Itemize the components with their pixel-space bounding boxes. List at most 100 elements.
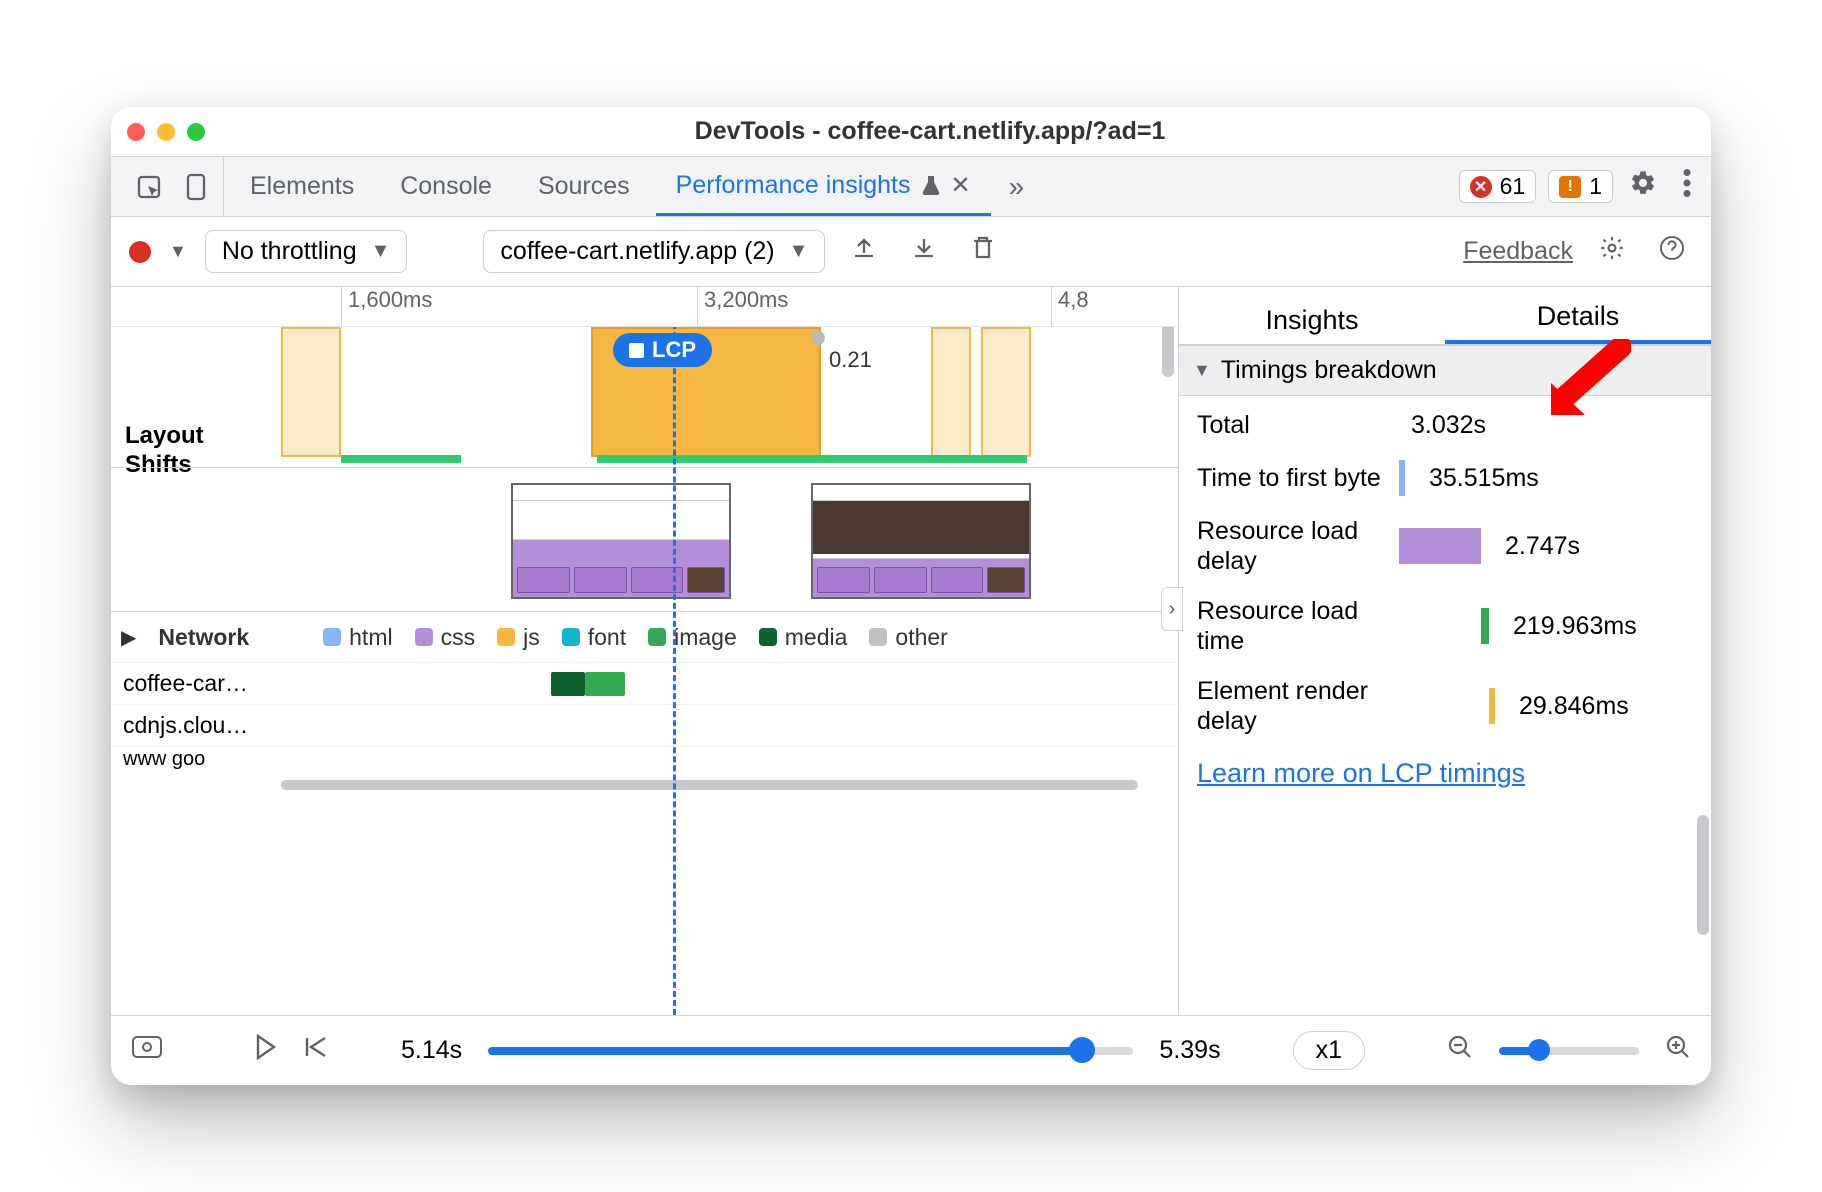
disclosure-triangle-icon: ▼ xyxy=(1193,360,1211,381)
play-button[interactable] xyxy=(255,1034,277,1067)
section-timings-breakdown[interactable]: ▼ Timings breakdown xyxy=(1179,345,1711,396)
more-options-button[interactable] xyxy=(1673,169,1701,204)
record-menu-caret[interactable]: ▼ xyxy=(169,241,187,262)
current-time: 5.14s xyxy=(401,1036,462,1065)
settings-button[interactable] xyxy=(1619,169,1667,204)
cls-value: 0.21 xyxy=(829,347,872,373)
zoom-in-button[interactable] xyxy=(1665,1034,1691,1067)
recording-select[interactable]: coffee-cart.netlify.app (2) ▼ xyxy=(483,230,825,273)
request-name: coffee-car… xyxy=(123,670,293,697)
panel-tabstrip: Elements Console Sources Performance ins… xyxy=(111,157,1711,217)
export-button[interactable] xyxy=(843,235,885,268)
tab-label: Console xyxy=(400,172,492,201)
vertical-scrollbar[interactable] xyxy=(1162,327,1174,377)
legend-media: media xyxy=(759,624,848,651)
error-icon: ✕ xyxy=(1470,176,1492,198)
details-panel: › Insights Details ▼ Timings breakdown T… xyxy=(1179,287,1711,1015)
close-window-button[interactable] xyxy=(127,123,145,141)
record-button[interactable] xyxy=(129,241,151,263)
tab-elements[interactable]: Elements xyxy=(230,157,374,216)
zoom-out-button[interactable] xyxy=(1447,1034,1473,1067)
rewind-button[interactable] xyxy=(303,1035,329,1066)
tab-performance-insights[interactable]: Performance insights ✕ xyxy=(656,157,991,216)
feedback-link[interactable]: Feedback xyxy=(1463,237,1573,266)
horizontal-scrollbar[interactable] xyxy=(111,778,1178,792)
tab-insights[interactable]: Insights xyxy=(1179,305,1445,344)
legend-image: image xyxy=(648,624,737,651)
network-row[interactable]: www goo xyxy=(111,746,1178,772)
network-row[interactable]: coffee-car… xyxy=(111,662,1178,704)
annotation-arrow-icon xyxy=(1541,339,1631,419)
timing-bar xyxy=(597,455,1027,463)
warning-icon: ! xyxy=(1559,176,1581,198)
window-title: DevTools - coffee-cart.netlify.app/?ad=1 xyxy=(225,117,1635,146)
import-button[interactable] xyxy=(903,235,945,268)
screenshot-thumbnail[interactable] xyxy=(811,483,1031,599)
timings-list: Total 3.032s Time to first byte 35.515ms… xyxy=(1179,396,1711,750)
timing-bar xyxy=(341,455,461,463)
tab-console[interactable]: Console xyxy=(380,157,512,216)
playback-speed[interactable]: x1 xyxy=(1293,1031,1365,1070)
warning-count-badge[interactable]: ! 1 xyxy=(1548,170,1613,203)
zoom-slider[interactable] xyxy=(1499,1047,1639,1055)
throttling-select[interactable]: No throttling ▼ xyxy=(205,230,408,273)
flask-icon xyxy=(921,174,941,196)
timeline-panel: 1,600ms 3,200ms 4,8 LCP 0.21 xyxy=(111,287,1179,1015)
lane-label-layout-shifts: Layout Shifts xyxy=(125,422,204,480)
minimize-window-button[interactable] xyxy=(157,123,175,141)
timing-row-render-delay: Element render delay 29.846ms xyxy=(1197,676,1693,736)
devtools-window: DevTools - coffee-cart.netlify.app/?ad=1… xyxy=(111,107,1711,1085)
throttling-value: No throttling xyxy=(222,237,357,266)
legend-css: css xyxy=(415,624,476,651)
lcp-marker[interactable]: LCP xyxy=(613,333,712,367)
playhead[interactable] xyxy=(673,327,676,1015)
device-toolbar-icon[interactable] xyxy=(183,172,209,202)
tab-label: Elements xyxy=(250,172,354,201)
timing-row-load-time: Resource load time 219.963ms xyxy=(1197,596,1693,656)
titlebar: DevTools - coffee-cart.netlify.app/?ad=1 xyxy=(111,107,1711,157)
error-count-badge[interactable]: ✕ 61 xyxy=(1459,170,1537,203)
tab-details[interactable]: Details xyxy=(1445,301,1711,344)
close-tab-icon[interactable]: ✕ xyxy=(951,171,971,200)
time-tick: 1,600ms xyxy=(341,287,432,326)
legend-other: other xyxy=(869,624,947,651)
learn-more-link[interactable]: Learn more on LCP timings xyxy=(1179,750,1711,805)
legend-js: js xyxy=(497,624,540,651)
legend-html: html xyxy=(323,624,392,651)
cls-region[interactable] xyxy=(981,327,1031,457)
more-tabs-button[interactable]: » xyxy=(997,171,1037,203)
tab-sources[interactable]: Sources xyxy=(518,157,650,216)
collapse-panel-button[interactable]: › xyxy=(1161,587,1183,631)
delete-button[interactable] xyxy=(963,235,1003,268)
network-label: Network xyxy=(158,624,249,651)
tab-label: Performance insights xyxy=(676,171,911,200)
total-time: 5.39s xyxy=(1159,1036,1220,1065)
network-row[interactable]: cdnjs.clou… xyxy=(111,704,1178,746)
insights-toolbar: ▼ No throttling ▼ coffee-cart.netlify.ap… xyxy=(111,217,1711,287)
timing-row-load-delay: Resource load delay 2.747s xyxy=(1197,516,1693,576)
playback-toolbar: 5.14s 5.39s x1 xyxy=(111,1015,1711,1085)
time-tick: 3,200ms xyxy=(697,287,788,326)
zoom-window-button[interactable] xyxy=(187,123,205,141)
scrubber[interactable] xyxy=(488,1047,1133,1055)
help-button[interactable] xyxy=(1651,235,1693,268)
cls-point[interactable] xyxy=(811,331,825,345)
panel-settings-button[interactable] xyxy=(1591,235,1633,268)
cls-region[interactable] xyxy=(931,327,971,457)
cls-region[interactable] xyxy=(281,327,341,457)
timing-row-ttfb: Time to first byte 35.515ms xyxy=(1197,460,1693,496)
recording-value: coffee-cart.netlify.app (2) xyxy=(500,237,774,266)
window-controls xyxy=(127,123,205,141)
tab-label: Sources xyxy=(538,172,630,201)
section-title: Timings breakdown xyxy=(1221,356,1437,385)
chevron-down-icon: ▼ xyxy=(789,240,809,263)
screenshot-thumbnail[interactable] xyxy=(511,483,731,599)
toggle-visibility-button[interactable] xyxy=(131,1035,163,1066)
network-lane-header[interactable]: ▶ Network html css js font image media o… xyxy=(111,612,1178,662)
time-ruler[interactable]: 1,600ms 3,200ms 4,8 xyxy=(111,287,1178,327)
vertical-scrollbar[interactable] xyxy=(1697,815,1709,935)
inspect-element-icon[interactable] xyxy=(135,173,163,201)
lcp-label: LCP xyxy=(652,337,696,363)
chevron-down-icon: ▼ xyxy=(371,240,391,263)
stop-icon xyxy=(629,343,644,358)
